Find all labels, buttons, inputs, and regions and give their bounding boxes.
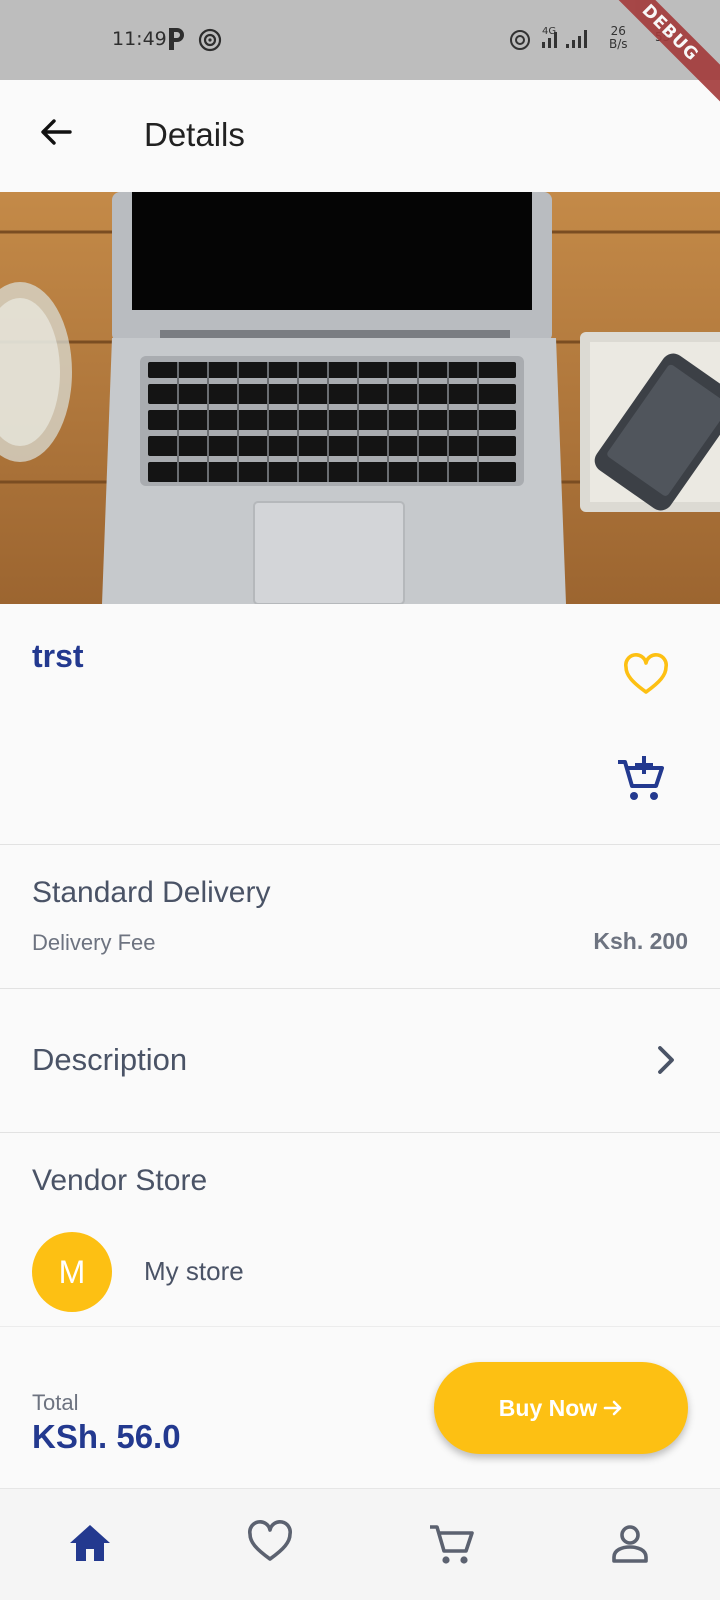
divider [0, 844, 720, 845]
network-speed: 26 B/s [609, 25, 628, 51]
delivery-fee-label: Delivery Fee [32, 930, 156, 955]
description-row[interactable]: Description [0, 990, 720, 1132]
cart-icon[interactable] [426, 1519, 474, 1567]
hotspot-icon [198, 28, 222, 52]
home-icon[interactable] [66, 1519, 114, 1567]
status-time: 11:49 [112, 28, 167, 50]
app-bar: Details [0, 80, 720, 192]
arrow-right-icon [603, 1400, 622, 1416]
product-image [0, 192, 720, 604]
delivery-fee-value: Ksh. 200 [593, 928, 688, 954]
vendor-name[interactable]: My store [144, 1256, 244, 1287]
network-speed-unit: B/s [609, 37, 628, 51]
total-label: Total [32, 1390, 79, 1415]
network-speed-value: 26 [610, 24, 626, 38]
divider [0, 1132, 720, 1133]
add-to-cart-icon[interactable] [614, 752, 666, 804]
status-bar: 11:49 4G 26 B/s 55 DEBUG [0, 0, 720, 106]
favorite-heart-icon[interactable] [622, 652, 670, 700]
parking-icon [169, 28, 184, 50]
bottom-navigation [0, 1488, 720, 1600]
back-arrow-icon[interactable] [34, 110, 78, 154]
buy-now-label: Buy Now [498, 1394, 598, 1421]
description-label: Description [32, 1042, 188, 1077]
divider [0, 988, 720, 989]
vendor-avatar[interactable]: M [32, 1232, 112, 1312]
total-value: KSh. 56.0 [32, 1418, 181, 1455]
page-title: Details [144, 116, 245, 153]
person-icon[interactable] [606, 1519, 654, 1567]
product-name: trst [32, 638, 84, 674]
vendor-title: Vendor Store [32, 1164, 208, 1197]
chevron-right-icon [658, 1046, 674, 1074]
heart-icon[interactable] [246, 1519, 294, 1567]
buy-now-button[interactable]: Buy Now [434, 1362, 688, 1454]
delivery-title: Standard Delivery [32, 876, 271, 909]
divider [0, 1326, 720, 1327]
